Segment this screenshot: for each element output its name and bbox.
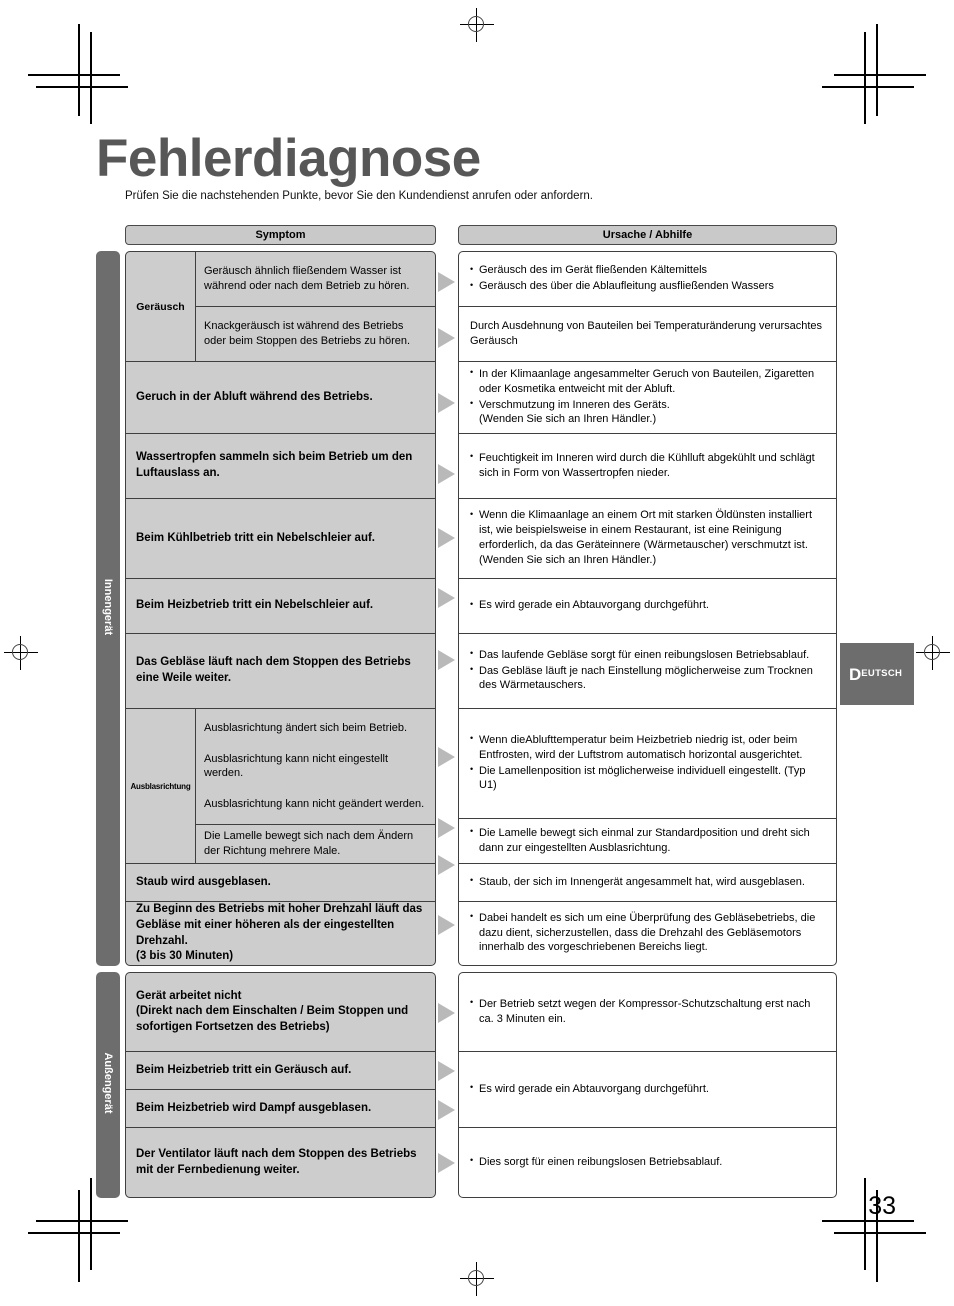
symptom-text: Gerät arbeitet nicht (Direkt nach dem Ei…	[136, 989, 409, 1033]
arrow-icon	[438, 915, 455, 935]
cause-text: Dies sorgt für einen reibungslosen Betri…	[470, 1154, 826, 1170]
cause-text: Verschmutzung im Inneren des Geräts. (We…	[470, 397, 826, 428]
table-row: Staub, der sich im Innengerät angesammel…	[459, 864, 836, 902]
table-row: In der Klimaanlage angesammelter Geruch …	[459, 362, 836, 434]
symptom-text: Ausblasrichtung ändert sich beim Betrieb…	[204, 721, 407, 734]
table-row: Zu Beginn des Betriebs mit hoher Drehzah…	[126, 902, 435, 965]
cause-text: Wenn dieAblufttemperatur beim Heizbetrie…	[470, 732, 826, 763]
table-row: Das Gebläse läuft nach dem Stoppen des B…	[126, 634, 435, 709]
cause-text: In der Klimaanlage angesammelter Geruch …	[470, 366, 826, 397]
unit-label-outdoor: Außengerät	[96, 972, 120, 1198]
cause-group-indoor: Geräusch des im Gerät fließenden Kältemi…	[458, 251, 837, 966]
symptom-text: Zu Beginn des Betriebs mit hoher Drehzah…	[136, 903, 423, 963]
cause-text: Es wird gerade ein Abtauvorgang durchgef…	[470, 598, 826, 613]
symptom-category-noise: Geräusch	[126, 252, 196, 361]
cause-text: Geräusch des über die Ablaufleitung ausf…	[470, 279, 826, 294]
table-row: Der Ventilator läuft nach dem Stoppen de…	[126, 1128, 435, 1197]
column-header-symptom: Symptom	[125, 225, 436, 245]
table-row: Beim Heizbetrieb wird Dampf ausgeblasen.	[126, 1090, 435, 1128]
unit-label-indoor: Innengerät	[96, 251, 120, 966]
arrow-icon	[438, 272, 455, 292]
column-header-cause: Ursache / Abhilfe	[458, 225, 837, 245]
table-row: Dies sorgt für einen reibungslosen Betri…	[459, 1128, 836, 1197]
symptom-text: Das Gebläse läuft nach dem Stoppen des B…	[136, 656, 411, 684]
page-number: 33	[868, 1192, 896, 1220]
arrow-icon	[438, 328, 455, 348]
table-row: Das laufende Gebläse sorgt für einen rei…	[459, 634, 836, 709]
arrow-icon	[438, 1061, 455, 1081]
table-row: Beim Kühlbetrieb tritt ein Nebelschleier…	[126, 499, 435, 579]
table-row: Geräusch Geräusch ähnlich fließendem Was…	[126, 252, 435, 362]
arrow-icon	[438, 528, 455, 548]
cause-text: Geräusch des im Gerät fließenden Kältemi…	[470, 263, 826, 278]
cause-text: Feuchtigkeit im Inneren wird durch die K…	[470, 450, 826, 481]
table-row: Feuchtigkeit im Inneren wird durch die K…	[459, 434, 836, 499]
table-row: Beim Heizbetrieb tritt ein Geräusch auf.	[126, 1052, 435, 1090]
arrow-icon	[438, 1153, 455, 1173]
table-row: Wassertropfen sammeln sich beim Betrieb …	[126, 434, 435, 499]
table-row: Staub wird ausgeblasen.	[126, 864, 435, 902]
symptom-text: Beim Heizbetrieb tritt ein Nebelschleier…	[136, 599, 374, 612]
arrow-icon	[438, 464, 455, 484]
cause-text: Es wird gerade ein Abtauvorgang durchgef…	[470, 1081, 826, 1097]
table-row: Dabei handelt es sich um eine Überprüfun…	[459, 902, 836, 965]
arrow-icon	[438, 588, 455, 608]
table-row: Gerät arbeitet nicht (Direkt nach dem Ei…	[126, 973, 435, 1052]
arrow-icon	[438, 818, 455, 838]
cause-text: Dabei handelt es sich um eine Überprüfun…	[470, 910, 826, 956]
language-tab-initial: D	[849, 664, 862, 684]
language-tab-rest: EUTSCH	[861, 668, 903, 680]
arrow-icon	[438, 1003, 455, 1023]
table-row: Es wird gerade ein Abtauvorgang durchgef…	[459, 579, 836, 634]
arrow-icon	[438, 650, 455, 670]
cause-text: Der Betrieb setzt wegen der Kompressor-S…	[470, 996, 826, 1027]
arrow-icon	[438, 855, 455, 875]
cause-text: Die Lamelle bewegt sich einmal zur Stand…	[470, 825, 826, 856]
table-row: Ausblasrichtung Ausblasrichtung ändert s…	[126, 709, 435, 864]
table-row: Die Lamelle bewegt sich einmal zur Stand…	[459, 819, 836, 864]
symptom-text: Ausblasrichtung kann nicht eingestellt w…	[204, 752, 389, 780]
table-row: Wenn dieAblufttemperatur beim Heizbetrie…	[459, 709, 836, 819]
symptom-text: Beim Kühlbetrieb tritt ein Nebelschleier…	[136, 531, 375, 544]
symptom-text: Der Ventilator läuft nach dem Stoppen de…	[136, 1147, 417, 1176]
symptom-text: Ausblasrichtung kann nicht geändert werd…	[196, 786, 435, 825]
cause-text: Die Lamellenposition ist möglicherweise …	[470, 763, 826, 794]
symptom-group-outdoor: Gerät arbeitet nicht (Direkt nach dem Ei…	[125, 972, 436, 1198]
language-tab-deutsch: D EUTSCH	[840, 643, 914, 705]
arrow-icon	[438, 747, 455, 767]
troubleshooting-table: Symptom Ursache / Abhilfe Innengerät Auß…	[0, 0, 954, 1306]
symptom-text: Beim Heizbetrieb tritt ein Geräusch auf.	[136, 1063, 352, 1076]
table-row: Wenn die Klimaanlage an einem Ort mit st…	[459, 499, 836, 579]
symptom-text: Beim Heizbetrieb wird Dampf ausgeblasen.	[136, 1101, 372, 1114]
cause-text: Wenn die Klimaanlage an einem Ort mit st…	[470, 508, 826, 568]
cause-group-outdoor: Der Betrieb setzt wegen der Kompressor-S…	[458, 972, 837, 1198]
symptom-text: Die Lamelle bewegt sich nach dem Ändern …	[204, 830, 414, 857]
symptom-text: Knackgeräusch ist während des Betriebs o…	[204, 320, 411, 347]
symptom-text: Wassertropfen sammeln sich beim Betrieb …	[136, 451, 413, 479]
table-row: Der Betrieb setzt wegen der Kompressor-S…	[459, 973, 836, 1052]
table-row: Beim Heizbetrieb tritt ein Nebelschleier…	[126, 579, 435, 634]
cause-text: Staub, der sich im Innengerät angesammel…	[470, 874, 826, 890]
symptom-text: Geräusch ähnlich fließendem Wasser ist w…	[196, 252, 435, 307]
symptom-group-indoor: Geräusch Geräusch ähnlich fließendem Was…	[125, 251, 436, 966]
table-row: Geräusch des im Gerät fließenden Kältemi…	[459, 252, 836, 307]
cause-text: Das Gebläse läuft je nach Einstellung mö…	[470, 663, 826, 694]
table-row: Es wird gerade ein Abtauvorgang durchgef…	[459, 1052, 836, 1128]
symptom-text: Geruch in der Abluft während des Betrieb…	[136, 390, 373, 403]
arrow-icon	[438, 393, 455, 413]
cause-text: Durch Ausdehnung von Bauteilen bei Tempe…	[470, 320, 823, 347]
arrow-icon	[438, 1100, 455, 1120]
cause-text: Das laufende Gebläse sorgt für einen rei…	[470, 647, 826, 663]
unit-label-indoor-text: Innengerät	[102, 578, 114, 635]
unit-label-outdoor-text: Außengerät	[102, 1052, 114, 1114]
table-row: Durch Ausdehnung von Bauteilen bei Tempe…	[459, 307, 836, 362]
symptom-text: Staub wird ausgeblasen.	[136, 875, 271, 888]
table-row: Geruch in der Abluft während des Betrieb…	[126, 362, 435, 434]
symptom-category-air-direction: Ausblasrichtung	[126, 709, 196, 863]
